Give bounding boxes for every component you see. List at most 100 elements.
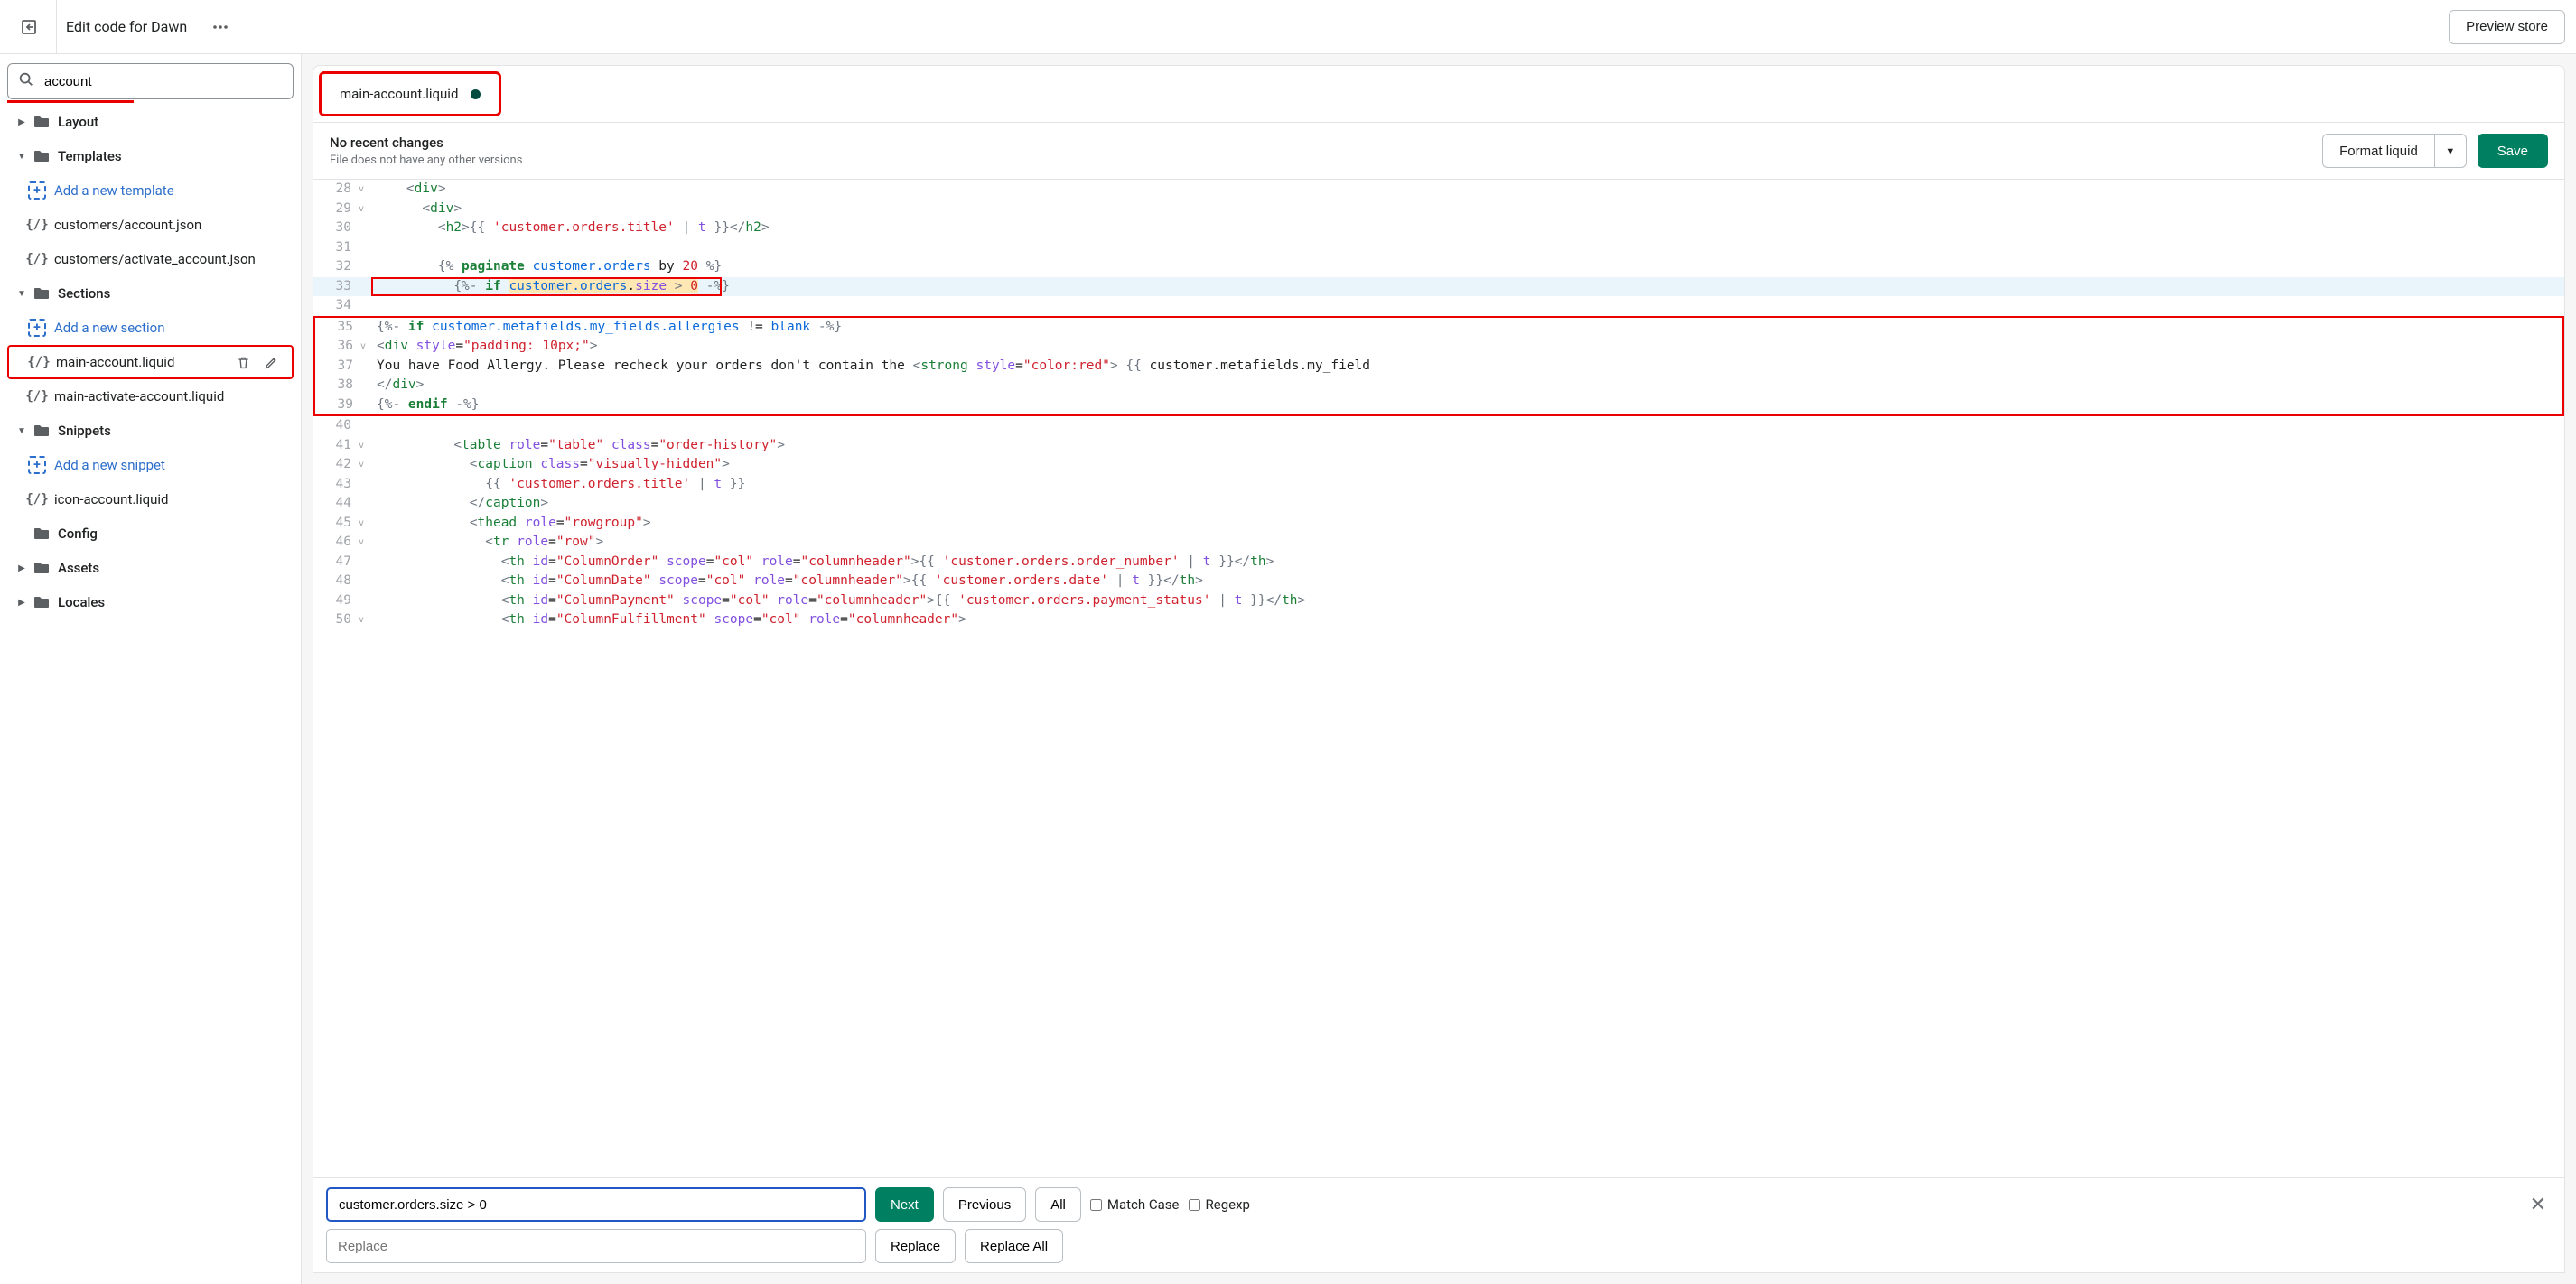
code-editor[interactable]: 28v <div>29v <div>30 <h2>{{ 'customer.or…	[313, 180, 2565, 1178]
fold-marker[interactable]: v	[359, 200, 371, 219]
fold-marker[interactable]	[359, 591, 371, 611]
format-liquid-button[interactable]: Format liquid	[2322, 134, 2434, 168]
code-line[interactable]: 45v <thead role="rowgroup">	[313, 514, 2564, 534]
folder-snippets[interactable]: ▼ Snippets	[7, 414, 294, 448]
code-line[interactable]: 34	[313, 296, 2564, 316]
folder-config[interactable]: Config	[7, 516, 294, 551]
code-line[interactable]: 49 <th id="ColumnPayment" scope="col" ro…	[313, 591, 2564, 611]
regexp-checkbox[interactable]	[1189, 1199, 1200, 1211]
code-line[interactable]: 31	[313, 238, 2564, 258]
add-label: Add a new snippet	[54, 457, 165, 473]
preview-store-button[interactable]: Preview store	[2449, 10, 2565, 44]
code-line[interactable]: 44 </caption>	[313, 494, 2564, 514]
replace-all-button[interactable]: Replace All	[965, 1229, 1063, 1263]
find-previous-button[interactable]: Previous	[943, 1187, 1026, 1222]
file-icon-account[interactable]: {/} icon-account.liquid	[7, 482, 294, 516]
fold-marker[interactable]	[359, 494, 371, 514]
code-line[interactable]: 47 <th id="ColumnOrder" scope="col" role…	[313, 553, 2564, 572]
chevron-right-icon: ▶	[14, 117, 29, 127]
folder-icon	[33, 593, 51, 611]
delete-icon[interactable]	[236, 355, 251, 370]
fold-marker[interactable]: v	[359, 180, 371, 200]
add-new-snippet[interactable]: + Add a new snippet	[7, 448, 294, 482]
line-number: 34	[313, 296, 359, 316]
fold-marker[interactable]	[360, 318, 373, 338]
code-line[interactable]: 30 <h2>{{ 'customer.orders.title' | t }}…	[313, 219, 2564, 238]
fold-marker[interactable]	[359, 572, 371, 591]
find-all-button[interactable]: All	[1035, 1187, 1081, 1222]
fold-marker[interactable]	[359, 416, 371, 436]
fold-marker[interactable]: v	[359, 533, 371, 553]
code-file-icon: {/}	[25, 252, 48, 266]
add-label: Add a new section	[54, 320, 164, 336]
code-line[interactable]: 29v <div>	[313, 200, 2564, 219]
line-number: 36	[315, 337, 360, 357]
fold-marker[interactable]: v	[360, 337, 373, 357]
folder-icon	[33, 113, 51, 131]
add-icon: +	[28, 181, 46, 200]
code-line[interactable]: 38</div>	[313, 376, 2564, 395]
add-new-template[interactable]: + Add a new template	[7, 173, 294, 208]
fold-marker[interactable]	[359, 277, 371, 297]
add-new-section[interactable]: + Add a new section	[7, 311, 294, 345]
file-customers-activate-account[interactable]: {/} customers/activate_account.json	[7, 242, 294, 276]
back-button[interactable]	[11, 9, 47, 45]
fold-marker[interactable]	[359, 296, 371, 316]
folder-templates[interactable]: ▼ Templates	[7, 139, 294, 173]
code-line[interactable]: 40	[313, 416, 2564, 436]
code-line[interactable]: 32 {% paginate customer.orders by 20 %}	[313, 257, 2564, 277]
replace-input[interactable]	[326, 1229, 866, 1263]
find-next-button[interactable]: Next	[875, 1187, 934, 1222]
status-bar: No recent changes File does not have any…	[313, 123, 2565, 180]
fold-marker[interactable]	[360, 357, 373, 377]
fold-marker[interactable]	[359, 238, 371, 258]
file-main-activate-account[interactable]: {/} main-activate-account.liquid	[7, 379, 294, 414]
search-input[interactable]	[7, 63, 294, 99]
file-customers-account[interactable]: {/} customers/account.json	[7, 208, 294, 242]
fold-marker[interactable]	[359, 553, 371, 572]
folder-layout[interactable]: ▶ Layout	[7, 105, 294, 139]
fold-marker[interactable]	[359, 475, 371, 495]
code-line[interactable]: 41v <table role="table" class="order-his…	[313, 436, 2564, 456]
replace-button[interactable]: Replace	[875, 1229, 956, 1263]
save-button[interactable]: Save	[2478, 134, 2548, 168]
code-content: <div style="padding: 10px;">	[373, 337, 597, 357]
code-line[interactable]: 28v <div>	[313, 180, 2564, 200]
tab-label: main-account.liquid	[340, 86, 458, 102]
more-button[interactable]	[205, 12, 236, 42]
find-input[interactable]	[326, 1187, 866, 1222]
match-case-option[interactable]: Match Case	[1090, 1196, 1180, 1213]
code-line[interactable]: 46v <tr role="row">	[313, 533, 2564, 553]
match-case-checkbox[interactable]	[1090, 1199, 1102, 1211]
folder-label: Sections	[58, 285, 110, 302]
chevron-right-icon: ▶	[14, 598, 29, 608]
code-line[interactable]: 33 {%- if customer.orders.size > 0 -%}	[313, 277, 2564, 297]
code-line[interactable]: 39{%- endif -%}	[313, 395, 2564, 417]
code-line[interactable]: 43 {{ 'customer.orders.title' | t }}	[313, 475, 2564, 495]
code-line[interactable]: 48 <th id="ColumnDate" scope="col" role=…	[313, 572, 2564, 591]
code-line[interactable]: 50v <th id="ColumnFulfillment" scope="co…	[313, 610, 2564, 630]
folder-assets[interactable]: ▶ Assets	[7, 551, 294, 585]
tab-main-account[interactable]: main-account.liquid	[319, 71, 501, 116]
fold-marker[interactable]	[360, 395, 373, 415]
fold-marker[interactable]	[359, 257, 371, 277]
fold-marker[interactable]: v	[359, 610, 371, 630]
rename-icon[interactable]	[264, 355, 279, 370]
code-line[interactable]: 42v <caption class="visually-hidden">	[313, 455, 2564, 475]
fold-marker[interactable]: v	[359, 436, 371, 456]
code-line[interactable]: 37You have Food Allergy. Please recheck …	[313, 357, 2564, 377]
fold-marker[interactable]	[359, 219, 371, 238]
fold-marker[interactable]: v	[359, 455, 371, 475]
file-main-account[interactable]: {/} main-account.liquid	[7, 345, 294, 379]
code-content: <div>	[371, 180, 446, 200]
format-dropdown-button[interactable]: ▼	[2434, 134, 2467, 168]
folder-locales[interactable]: ▶ Locales	[7, 585, 294, 619]
fold-marker[interactable]: v	[359, 514, 371, 534]
line-number: 41	[313, 436, 359, 456]
folder-sections[interactable]: ▼ Sections	[7, 276, 294, 311]
regexp-option[interactable]: Regexp	[1189, 1196, 1250, 1213]
close-find-button[interactable]: ✕	[2525, 1194, 2552, 1216]
code-line[interactable]: 35{%- if customer.metafields.my_fields.a…	[313, 316, 2564, 338]
code-line[interactable]: 36v<div style="padding: 10px;">	[313, 337, 2564, 357]
fold-marker[interactable]	[360, 376, 373, 395]
